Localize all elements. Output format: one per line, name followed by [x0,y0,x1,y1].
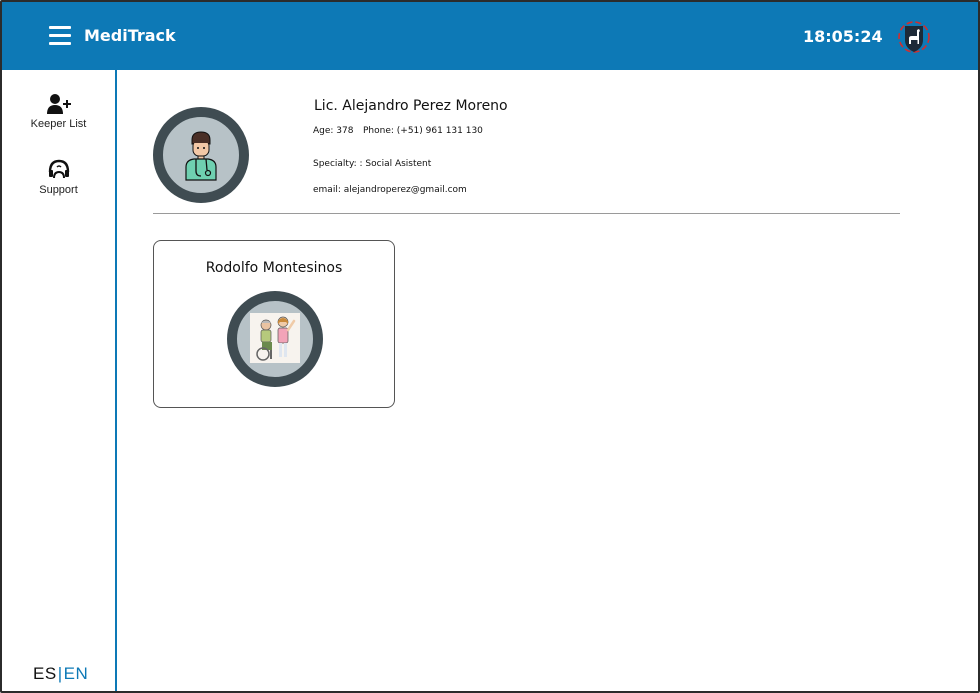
sidebar-item-keeper-list[interactable]: Keeper List [2,92,115,130]
clock: 18:05:24 [803,27,883,46]
profile-specialty: Specialty: : Social Asistent [313,159,432,169]
language-es-option[interactable]: ES [33,664,57,683]
patient-card[interactable]: Rodolfo Montesinos [153,240,395,408]
profile-name: Lic. Alejandro Perez Moreno [314,98,508,114]
doctor-avatar-icon [185,131,217,181]
patient-wheelchair-avatar-icon [250,313,300,363]
profile-phone: Phone: (+51) 961 131 130 [363,126,483,136]
language-separator: | [57,664,63,683]
app-title: MediTrack [84,26,176,45]
sidebar-item-label: Support [39,184,78,196]
patient-avatar [227,291,323,387]
profile-age: Age: 378 [313,126,354,136]
hamburger-menu-icon[interactable] [49,26,71,46]
top-bar: MediTrack 18:05:24 [2,2,978,70]
sidebar-item-support[interactable]: Support [2,158,115,196]
llama-shield-logo-icon[interactable] [896,19,932,55]
profile-email: email: alejandroperez@gmail.com [313,185,467,195]
app-window: MediTrack 18:05:24 Keeper List Support E… [0,0,980,693]
add-user-icon [46,94,71,114]
headset-icon [48,159,69,179]
sidebar: Keeper List Support ES|EN [2,70,117,691]
profile-divider [153,213,900,214]
language-en-option[interactable]: EN [64,664,89,683]
sidebar-item-label: Keeper List [30,118,87,130]
language-switch: ES|EN [33,664,88,684]
profile-avatar [153,107,249,203]
patient-name: Rodolfo Montesinos [205,260,343,276]
